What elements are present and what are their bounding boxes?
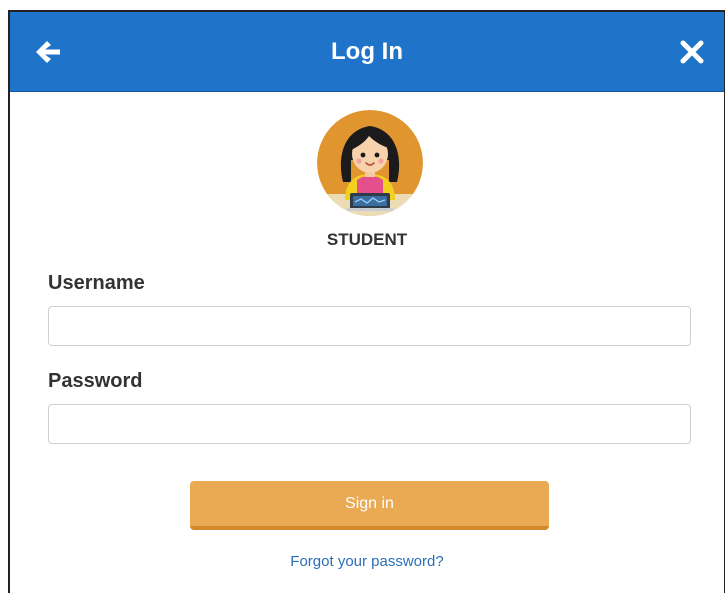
arrow-left-icon (36, 41, 60, 63)
role-label: STUDENT (326, 230, 408, 249)
student-avatar (317, 110, 423, 216)
close-icon (680, 40, 704, 64)
sign-in-button[interactable]: Sign in (190, 481, 549, 530)
password-label: Password (48, 370, 143, 392)
forgot-password-link[interactable]: Forgot your password? (10, 553, 724, 570)
login-dialog: Log In STUDENT Username Password Sign in… (8, 10, 725, 593)
dialog-header: Log In (10, 12, 724, 92)
close-button[interactable] (678, 38, 706, 66)
student-avatar-icon (317, 110, 423, 216)
back-button[interactable] (32, 36, 64, 68)
username-label: Username (48, 272, 145, 294)
dialog-title: Log In (331, 38, 403, 65)
password-input[interactable] (48, 404, 691, 444)
username-input[interactable] (48, 306, 691, 346)
